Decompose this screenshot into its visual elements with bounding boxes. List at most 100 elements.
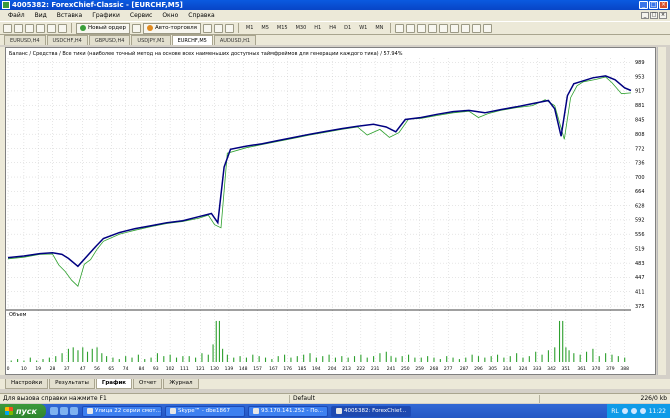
volume-bar	[446, 356, 448, 362]
tab-eurusd-h4[interactable]: EURUSD,H4	[4, 35, 46, 45]
navigator-icon[interactable]	[36, 23, 45, 33]
mdi-minimize-button[interactable]: _	[641, 12, 649, 19]
media-icon[interactable]	[70, 407, 78, 415]
trendline-icon[interactable]	[428, 23, 438, 33]
task-label: Skype™ - dbe1867	[178, 407, 230, 414]
x-tick-label: 351	[562, 366, 571, 372]
volume-bar	[96, 347, 98, 362]
timeframe-m1[interactable]: M1	[243, 25, 257, 31]
menu-charts[interactable]: Графики	[87, 12, 125, 19]
tab-journal[interactable]: Журнал	[163, 379, 199, 389]
volume-bar	[547, 350, 549, 362]
menu-window[interactable]: Окно	[157, 12, 183, 19]
quick-launch	[46, 407, 82, 415]
crosshair-icon[interactable]	[395, 23, 405, 33]
desktop-icon[interactable]	[60, 407, 68, 415]
tab-eurchf-m5[interactable]: EURCHF,M5	[171, 35, 213, 45]
bar-chart-icon[interactable]	[202, 23, 212, 33]
tab-gbpusd-h4[interactable]: GBPUSD,H4	[88, 35, 131, 45]
volume-bar	[55, 356, 57, 362]
new-chart-icon[interactable]	[3, 23, 12, 33]
tab-usdchf-h4[interactable]: USDCHF,H4	[46, 35, 88, 45]
x-tick-label: 305	[488, 366, 497, 372]
candle-chart-icon[interactable]	[213, 23, 223, 33]
tester-graph-svg: Баланс / Средства / Все тики (наиболее т…	[6, 50, 645, 372]
metaeditor-icon[interactable]	[131, 23, 141, 33]
label-tool-icon[interactable]	[472, 23, 482, 33]
market-watch-icon[interactable]	[25, 23, 34, 33]
menu-insert[interactable]: Вставка	[52, 12, 87, 19]
arrows-icon[interactable]	[483, 23, 493, 33]
horizontal-line-icon[interactable]	[417, 23, 427, 33]
y-tick-label: 628	[635, 203, 645, 209]
y-tick-label: 845	[635, 117, 645, 123]
volume-bar	[477, 356, 480, 362]
volume-bar	[271, 359, 273, 362]
volume-bar	[212, 344, 214, 362]
channel-icon[interactable]	[439, 23, 449, 33]
task-browser[interactable]: Улица 22 серии смот...	[82, 405, 162, 417]
mdi-close-button[interactable]: ×	[659, 12, 667, 19]
profiles-icon[interactable]	[14, 23, 23, 33]
balance-line	[7, 75, 632, 268]
volume-bar	[91, 348, 93, 362]
autotrading-icon	[146, 25, 153, 31]
tab-usdjpy-m1[interactable]: USDJPY,M1	[131, 35, 171, 45]
antivirus-icon[interactable]	[639, 408, 646, 414]
tab-report[interactable]: Отчет	[133, 379, 163, 389]
volume-bar	[86, 351, 89, 362]
timeframe-h1[interactable]: H1	[311, 25, 324, 31]
menu-view[interactable]: Вид	[30, 12, 52, 19]
task-skype[interactable]: Skype™ - dbe1867	[165, 405, 245, 417]
network-icon[interactable]	[621, 408, 628, 414]
tab-results[interactable]: Результаты	[49, 379, 95, 389]
start-button[interactable]: пуск	[0, 404, 46, 418]
mdi-restore-button[interactable]: □	[650, 12, 658, 19]
menu-tools[interactable]: Сервис	[125, 12, 157, 19]
menu-file[interactable]: Файл	[3, 12, 30, 19]
tab-graph[interactable]: График	[95, 379, 133, 389]
timeframe-m30[interactable]: M30	[293, 25, 310, 31]
toolbar-separator	[237, 23, 239, 33]
x-tick-label: 176	[283, 366, 292, 372]
timeframe-m15[interactable]: M15	[274, 25, 291, 31]
chart-vertical-scrollbar[interactable]	[657, 47, 666, 375]
volume-bar	[617, 356, 619, 362]
timeframe-mn[interactable]: MN	[372, 25, 386, 31]
x-tick-label: 93	[153, 366, 159, 372]
menu-help[interactable]: Справка	[183, 12, 219, 19]
volume-bar	[427, 356, 429, 362]
volume-bar	[72, 347, 74, 362]
volume-bar	[433, 357, 435, 362]
volume-bars	[10, 320, 626, 362]
timeframe-d1[interactable]: D1	[341, 25, 354, 31]
timeframe-w1[interactable]: W1	[356, 25, 370, 31]
task-remote-desktop[interactable]: 93.170.141.252 - По...	[248, 405, 328, 417]
minimize-button[interactable]: _	[639, 1, 648, 9]
task-metatrader[interactable]: 4005382: ForexChief...	[331, 405, 411, 417]
tab-audusd-h1[interactable]: AUDUSD,H1	[213, 35, 257, 45]
toolbar-separator	[390, 23, 392, 33]
text-tool-icon[interactable]	[461, 23, 471, 33]
new-order-button[interactable]: Новый ордер	[76, 22, 130, 34]
maximize-button[interactable]: □	[649, 1, 658, 9]
line-chart-icon[interactable]	[224, 23, 234, 33]
timeframe-m5[interactable]: M5	[258, 25, 272, 31]
tester-icon[interactable]	[58, 23, 67, 33]
volume-bar	[385, 351, 387, 362]
volume-icon[interactable]	[630, 408, 637, 414]
x-tick-label: 121	[196, 366, 205, 372]
volume-bar	[458, 359, 460, 362]
terminal-icon[interactable]	[47, 23, 56, 33]
timeframe-h4[interactable]: H4	[326, 25, 339, 31]
volume-bar	[125, 356, 127, 362]
language-indicator[interactable]: RL	[611, 408, 619, 415]
ie-icon[interactable]	[50, 407, 58, 415]
fibonacci-icon[interactable]	[450, 23, 460, 33]
vertical-line-icon[interactable]	[406, 23, 416, 33]
close-button[interactable]: ×	[659, 1, 668, 9]
autotrading-label: Авто-торговля	[154, 24, 197, 31]
tab-settings[interactable]: Настройки	[5, 379, 49, 389]
volume-bar	[390, 356, 392, 362]
autotrading-button[interactable]: Авто-торговля	[142, 22, 201, 34]
